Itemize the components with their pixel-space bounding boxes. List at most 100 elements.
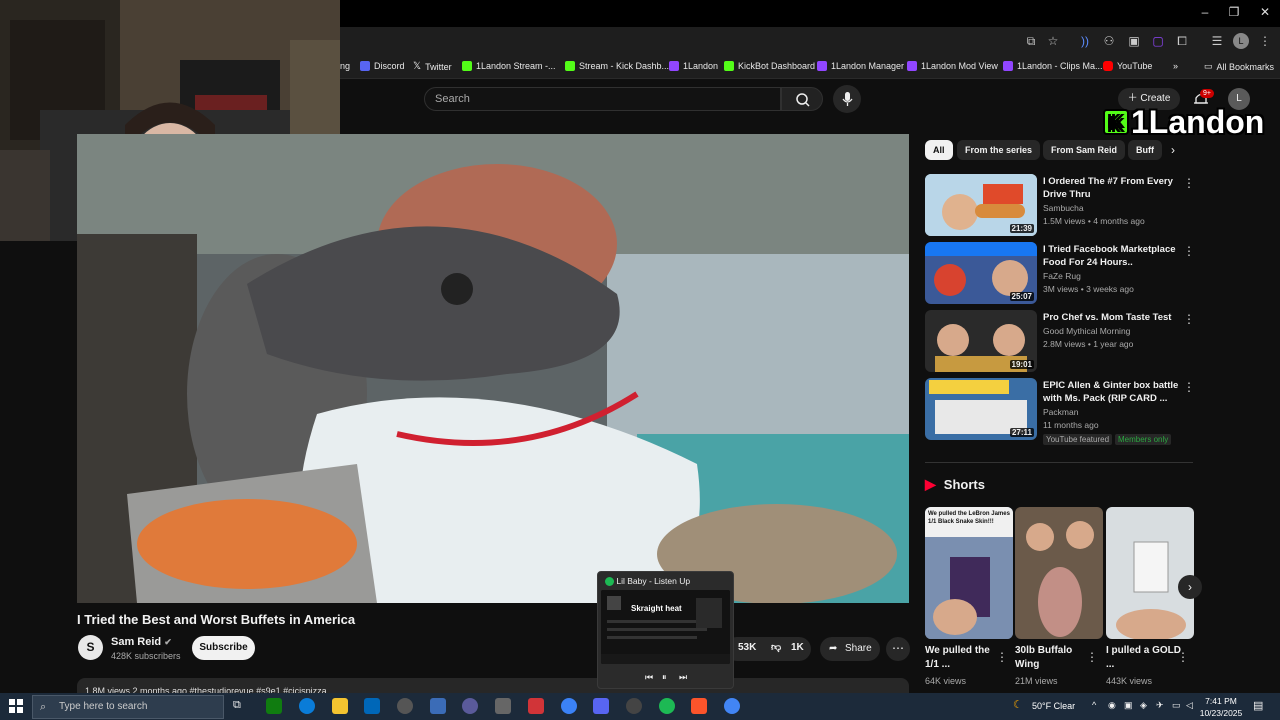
tray-chevron-icon[interactable]: ^ [1092,700,1096,710]
more-options-icon[interactable]: ⋮ [1177,650,1189,664]
recommended-video[interactable]: 21:39 I Ordered The #7 From Every Drive … [925,174,1195,238]
tab-search-icon[interactable]: ☰ [1209,33,1225,49]
tray-icon[interactable]: ▣ [1124,700,1133,711]
video-thumbnail[interactable]: 25:07 [925,242,1037,304]
preview-screen[interactable]: Skraight heat [601,590,730,664]
bookmark-item[interactable]: 1Landon Manager [817,61,904,71]
short-title[interactable]: We pulled the 1/1 ... [925,644,1005,672]
video-title[interactable]: I Ordered The #7 From Every Drive Thru [1043,175,1179,201]
bookmark-item[interactable]: Stream - Kick Dashb... [565,61,669,71]
edge-icon[interactable] [299,698,315,714]
windows-start-icon[interactable] [9,699,23,713]
share-button[interactable]: ➦ Share [820,637,880,661]
bookmark-item[interactable]: 1Landon Mod View [907,61,998,71]
discord-icon[interactable] [593,698,609,714]
more-options-icon[interactable]: ⋮ [1183,176,1195,190]
bookmark-item[interactable]: ng [340,61,350,71]
channel-name[interactable]: Good Mythical Morning [1043,326,1130,336]
channel-avatar[interactable]: S [78,635,103,660]
more-options-icon[interactable]: ⋮ [996,650,1008,664]
channel-name[interactable]: Sambucha [1043,203,1084,213]
more-options-icon[interactable]: ⋮ [1183,312,1195,326]
short-title[interactable]: I pulled a GOLD ... [1106,644,1186,672]
thumbs-down-icon[interactable]: 👎︎ [771,641,781,653]
notification-center-icon[interactable]: ▤ [1253,699,1263,712]
chip-all[interactable]: All [925,140,953,160]
calculator-icon[interactable] [430,698,446,714]
short-thumbnail[interactable]: We pulled the LeBron James 1/1 Black Sna… [925,507,1013,639]
tray-icon[interactable]: ✈ [1156,700,1164,711]
short-thumbnail[interactable] [1106,507,1194,639]
chrome-icon[interactable] [724,698,740,714]
extensions-puzzle-icon[interactable]: ⧠ [1174,33,1190,49]
app-icon[interactable] [528,698,544,714]
more-actions-button[interactable]: ⋯ [886,637,910,661]
obs-icon[interactable] [397,698,413,714]
extension-icon[interactable]: ⚇ [1101,33,1117,49]
bookmark-item[interactable]: KickBot Dashboard [724,61,815,71]
system-clock[interactable]: 7:41 PM 10/23/2025 [1196,695,1246,719]
chip-from-sam-reid[interactable]: From Sam Reid [1043,140,1126,160]
bookmark-item[interactable]: YouTube [1103,61,1152,71]
media-player-icon[interactable] [462,698,478,714]
menu-icon[interactable]: ⋮ [1257,33,1273,49]
recommended-video[interactable]: 27:11 EPIC Allen & Ginter box battle wit… [925,378,1195,445]
task-view-icon[interactable]: ⧉ [233,699,241,712]
extension-icon[interactable]: ▢ [1150,33,1166,49]
all-bookmarks-button[interactable]: ▭ All Bookmarks [1204,61,1274,72]
extension-icon[interactable]: ▣ [1126,33,1142,49]
previous-track-icon[interactable]: ⏮ [645,672,653,683]
settings-gear-icon[interactable] [495,698,511,714]
taskbar-search-input[interactable]: ⌕ Type here to search [32,695,224,719]
shorts-next-button[interactable]: › [1178,575,1202,599]
xbox-icon[interactable] [266,698,282,714]
chip-buffets[interactable]: Buff [1128,140,1162,160]
short-thumbnail[interactable] [1015,507,1103,639]
video-thumbnail[interactable]: 19:01 [925,310,1037,372]
pause-icon[interactable]: ⏸ [662,672,667,683]
volume-icon[interactable]: ◁ [1186,700,1193,711]
microsoft-store-icon[interactable] [364,698,380,714]
channel-name[interactable]: Sam Reid ✔ [111,636,172,648]
bookmark-item[interactable]: 𝕏 Twitter [413,61,452,72]
video-thumbnail[interactable]: 27:11 [925,378,1037,440]
video-player[interactable] [77,134,909,603]
close-button[interactable]: ✕ [1250,5,1280,19]
bookmark-item[interactable]: Discord [360,61,405,71]
recommended-video[interactable]: 19:01 Pro Chef vs. Mom Taste Test Good M… [925,310,1195,374]
extension-icon[interactable]: )) [1077,33,1093,49]
video-title[interactable]: EPIC Allen & Ginter box battle with Ms. … [1043,379,1179,405]
short-title[interactable]: 30lb Buffalo Wing [1015,644,1095,672]
search-button[interactable] [781,87,823,111]
bookmark-star-icon[interactable]: ☆ [1045,33,1061,49]
install-icon[interactable]: ⧉ [1023,33,1039,49]
recommended-video[interactable]: 25:07 I Tried Facebook Marketplace Food … [925,242,1195,306]
maximize-button[interactable]: ❐ [1219,5,1249,19]
tray-icon[interactable]: ◈ [1140,700,1147,711]
like-count[interactable]: 53K [738,642,756,653]
network-icon[interactable]: ▭ [1172,700,1181,711]
more-options-icon[interactable]: ⋮ [1183,244,1195,258]
profile-avatar[interactable]: L [1233,33,1249,49]
video-title[interactable]: Pro Chef vs. Mom Taste Test [1043,311,1179,324]
bookmark-item[interactable]: 1Landon [669,61,718,71]
file-explorer-icon[interactable] [332,698,348,714]
next-track-icon[interactable]: ⏭ [679,672,687,683]
more-options-icon[interactable]: ⋮ [1086,650,1098,664]
subscribe-button[interactable]: Subscribe [192,636,255,660]
app-icon[interactable] [626,698,642,714]
video-thumbnail[interactable]: 21:39 [925,174,1037,236]
voice-search-button[interactable] [833,85,861,113]
bookmarks-overflow-button[interactable]: » [1173,61,1178,71]
weather-text[interactable]: 50°F Clear [1032,701,1075,711]
video-title[interactable]: I Tried Facebook Marketplace Food For 24… [1043,243,1179,269]
app-icon[interactable] [561,698,577,714]
spotify-icon[interactable] [659,698,675,714]
bookmark-item[interactable]: 1Landon Stream -... [462,61,556,71]
tray-icon[interactable]: ◉ [1108,700,1116,711]
minimize-button[interactable]: – [1190,5,1220,19]
brave-icon[interactable] [691,698,707,714]
search-input[interactable]: Search [424,87,781,111]
bookmark-item[interactable]: 1Landon - Clips Ma... [1003,61,1103,71]
chip-from-series[interactable]: From the series [957,140,1041,160]
